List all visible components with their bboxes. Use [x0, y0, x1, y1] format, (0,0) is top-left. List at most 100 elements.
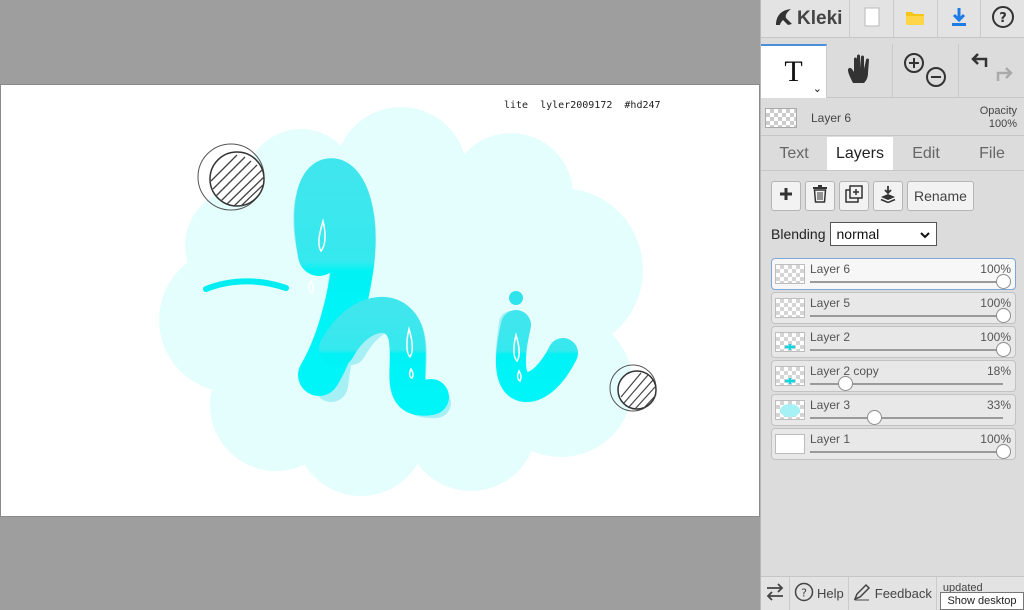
- layer-name: Layer 2: [810, 330, 851, 344]
- layer-row[interactable]: Layer 6 100%: [771, 258, 1016, 290]
- swap-side-button[interactable]: [761, 576, 790, 610]
- undo-redo-icon: [966, 49, 1018, 94]
- drawing-canvas[interactable]: lite lyler2009172 #hd247: [0, 84, 760, 517]
- tab-file[interactable]: File: [959, 137, 1024, 170]
- layer-thumbnail: [775, 366, 805, 386]
- layer-list: Layer 6 100% Layer 5 100% Layer 2 100% Layer 2…: [771, 258, 1016, 462]
- opacity-slider-track[interactable]: [810, 281, 1003, 283]
- open-folder-icon: [905, 8, 925, 31]
- chevron-down-icon[interactable]: ⌄: [813, 82, 822, 95]
- delete-layer-button[interactable]: [805, 181, 835, 211]
- layers-panel: Rename Blending normal Layer 6 100% Layer …: [761, 172, 1024, 576]
- layer-opacity-value: 18%: [986, 364, 1011, 378]
- blending-label: Blending: [771, 226, 826, 242]
- zoom-icon: [900, 49, 952, 94]
- sidebar: Kleki ? T ⌄ Layer 6 Opacity 100% Text La…: [760, 0, 1024, 610]
- merge-down-button[interactable]: [873, 181, 903, 211]
- svg-text:?: ?: [999, 11, 1007, 26]
- swap-arrows-icon: [765, 583, 785, 604]
- chevron-down-icon: [919, 226, 930, 242]
- layer-thumbnail: [775, 434, 805, 454]
- layer-thumbnail: [775, 400, 805, 420]
- current-layer-opacity: Opacity 100%: [980, 105, 1017, 131]
- opacity-slider-track[interactable]: [810, 451, 1003, 453]
- letter-i-dot: [509, 291, 523, 305]
- layer-thumbnail: [775, 264, 805, 284]
- opacity-slider-handle[interactable]: [996, 342, 1011, 357]
- text-tool-button[interactable]: T ⌄: [761, 44, 827, 98]
- layer-name: Layer 1: [810, 432, 851, 446]
- feedback-link[interactable]: Feedback: [849, 576, 937, 610]
- open-file-button[interactable]: [894, 0, 938, 38]
- undo-redo-buttons[interactable]: [959, 44, 1024, 98]
- tool-row: T ⌄: [761, 44, 1024, 98]
- tab-edit[interactable]: Edit: [893, 137, 959, 170]
- hand-tool-button[interactable]: [827, 44, 893, 98]
- logo-text: Kleki: [797, 8, 843, 29]
- hand-tool-icon: [845, 53, 875, 90]
- help-link[interactable]: ? Help: [790, 576, 849, 610]
- blending-value: normal: [836, 226, 880, 242]
- top-bar: Kleki ?: [761, 0, 1024, 38]
- canvas-workspace: lite lyler2009172 #hd247: [0, 0, 760, 610]
- add-layer-button[interactable]: [771, 181, 801, 211]
- layer-name: Layer 5: [810, 296, 851, 310]
- help-button[interactable]: ?: [981, 0, 1024, 38]
- opacity-slider-track[interactable]: [810, 349, 1003, 351]
- feedback-label: Feedback: [874, 586, 932, 601]
- opacity-slider-handle[interactable]: [996, 444, 1011, 459]
- duplicate-layer-button[interactable]: [839, 181, 869, 211]
- opacity-slider-handle[interactable]: [996, 308, 1011, 323]
- save-button[interactable]: [938, 0, 982, 38]
- delete-layer-icon: [812, 184, 828, 208]
- layer-row[interactable]: Layer 1 100%: [771, 428, 1016, 460]
- new-file-icon: [864, 7, 880, 32]
- thumbnail-artwork: [784, 372, 796, 384]
- canvas-caption: lite lyler2009172 #hd247: [504, 100, 661, 111]
- feedback-pencil-icon: [853, 583, 871, 604]
- current-layer-info: Layer 6 Opacity 100%: [761, 100, 1024, 136]
- text-tool-icon: T: [784, 55, 803, 88]
- artwork: [159, 107, 657, 496]
- panel-tabs: Text Layers Edit File: [761, 137, 1024, 171]
- opacity-value: 100%: [988, 117, 1017, 130]
- help-icon: ?: [991, 5, 1015, 34]
- rename-button[interactable]: Rename: [907, 181, 974, 211]
- opacity-label: Opacity: [979, 104, 1017, 117]
- thumbnail-artwork: [780, 404, 800, 417]
- blending-control: Blending normal: [771, 222, 937, 246]
- show-desktop-tooltip: Show desktop: [940, 592, 1024, 610]
- new-file-button[interactable]: [850, 0, 895, 38]
- layer-actions: Rename: [771, 181, 974, 211]
- tab-text[interactable]: Text: [761, 137, 827, 170]
- duplicate-layer-icon: [845, 184, 863, 208]
- layer-name: Layer 6: [810, 262, 851, 276]
- layer-row[interactable]: Layer 2 100%: [771, 326, 1016, 358]
- help-label: Help: [817, 586, 844, 601]
- layer-name: Layer 3: [810, 398, 851, 412]
- layer-thumbnail: [775, 332, 805, 352]
- layer-opacity-value: 33%: [986, 398, 1011, 412]
- layer-thumbnail: [775, 298, 805, 318]
- layer-row[interactable]: Layer 3 33%: [771, 394, 1016, 426]
- opacity-slider-handle[interactable]: [837, 376, 853, 391]
- opacity-slider-track[interactable]: [810, 417, 1003, 419]
- thumbnail-artwork: [784, 338, 796, 350]
- merge-down-icon: [879, 185, 897, 208]
- help-circle-icon: ?: [794, 582, 814, 605]
- layer-row[interactable]: Layer 2 copy 18%: [771, 360, 1016, 392]
- svg-text:?: ?: [801, 587, 807, 600]
- zoom-buttons[interactable]: [893, 44, 959, 98]
- kleki-logo[interactable]: Kleki: [761, 0, 851, 38]
- current-layer-name: Layer 6: [811, 110, 852, 125]
- download-icon: [950, 7, 968, 32]
- kleki-logo-icon: [773, 6, 795, 33]
- opacity-slider-handle[interactable]: [866, 410, 882, 425]
- layer-row[interactable]: Layer 5 100%: [771, 292, 1016, 324]
- tab-layers[interactable]: Layers: [827, 137, 893, 170]
- opacity-slider-handle[interactable]: [996, 274, 1011, 289]
- current-layer-thumbnail: [765, 107, 797, 128]
- blending-select[interactable]: normal: [829, 222, 937, 246]
- hatched-circle-left: [197, 143, 265, 211]
- opacity-slider-track[interactable]: [810, 315, 1003, 317]
